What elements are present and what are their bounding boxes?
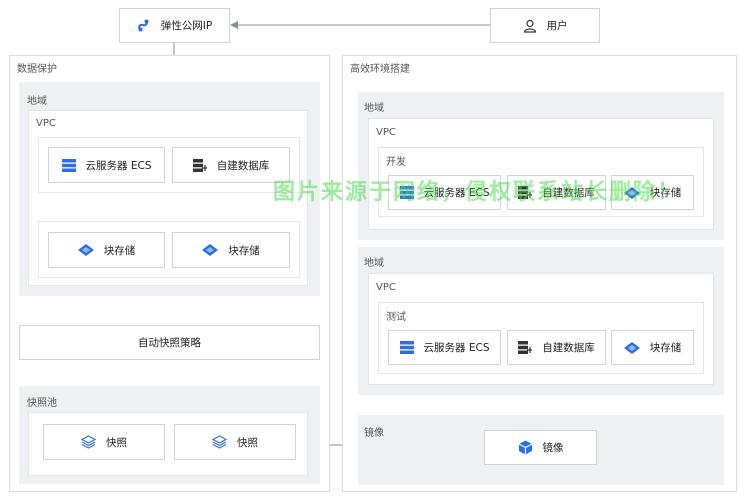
snapshot-label-2: 快照 bbox=[237, 436, 258, 449]
test-storage-label: 块存储 bbox=[649, 342, 682, 354]
user-label: 用户 bbox=[546, 20, 568, 32]
left-storage-label-2: 块存储 bbox=[228, 244, 260, 257]
left-storage-box-1: 块存储 bbox=[48, 232, 165, 268]
eip-box: 弹性公网IP bbox=[119, 8, 230, 43]
snapshot-label-1: 快照 bbox=[106, 436, 127, 449]
dev-db-box: 自建数据库 bbox=[507, 175, 606, 210]
eip-icon bbox=[137, 19, 149, 31]
server-icon bbox=[399, 186, 414, 199]
snapshot-box-1: 快照 bbox=[43, 424, 165, 460]
dev-label: 开发 bbox=[386, 157, 406, 168]
test-storage-box: 块存储 bbox=[611, 330, 694, 365]
left-ecs-box: 云服务器 ECS bbox=[48, 147, 165, 183]
server-icon bbox=[61, 158, 76, 172]
dev-ecs-box: 云服务器 ECS bbox=[388, 175, 501, 210]
image-zone-label: 镜像 bbox=[364, 428, 384, 439]
image-label: 镜像 bbox=[542, 442, 564, 454]
test-ecs-label: 云服务器 ECS bbox=[423, 342, 490, 354]
left-db-box: 自建数据库 bbox=[172, 147, 290, 183]
snapshot-pool-label: 快照池 bbox=[27, 398, 57, 409]
right-region-label-2: 地域 bbox=[364, 258, 384, 269]
user-icon bbox=[523, 19, 536, 33]
test-db-box: 自建数据库 bbox=[507, 330, 606, 365]
snapshot-box-2: 快照 bbox=[174, 424, 296, 460]
test-db-label: 自建数据库 bbox=[542, 342, 595, 354]
database-icon bbox=[518, 341, 533, 354]
layers-icon bbox=[212, 435, 227, 449]
auto-snapshot-policy-label: 自动快照策略 bbox=[138, 337, 201, 349]
test-ecs-box: 云服务器 ECS bbox=[388, 330, 501, 365]
block-storage-icon bbox=[77, 244, 94, 256]
env-setup-title: 高效环境搭建 bbox=[350, 64, 410, 75]
block-storage-icon bbox=[623, 341, 640, 354]
server-icon bbox=[399, 341, 414, 354]
left-storage-label-1: 块存储 bbox=[103, 244, 136, 257]
dev-ecs-label: 云服务器 ECS bbox=[423, 187, 490, 199]
dev-storage-box: 块存储 bbox=[611, 175, 694, 210]
image-box: 镜像 bbox=[484, 430, 597, 465]
left-db-label: 自建数据库 bbox=[216, 159, 270, 172]
auto-snapshot-policy-box: 自动快照策略 bbox=[19, 325, 320, 360]
image-cube-icon bbox=[518, 440, 532, 455]
dev-storage-label: 块存储 bbox=[649, 187, 682, 199]
left-ecs-label: 云服务器 ECS bbox=[85, 159, 152, 172]
database-icon bbox=[192, 158, 207, 172]
data-protection-title: 数据保护 bbox=[17, 64, 57, 75]
left-vpc-label: VPC bbox=[36, 118, 56, 129]
right-vpc-label-2: VPC bbox=[376, 282, 396, 293]
block-storage-icon bbox=[623, 186, 640, 199]
left-region-label: 地域 bbox=[27, 96, 47, 107]
eip-label: 弹性公网IP bbox=[160, 20, 213, 32]
test-label: 测试 bbox=[386, 312, 406, 323]
layers-icon bbox=[81, 435, 96, 449]
left-storage-box-2: 块存储 bbox=[172, 232, 290, 268]
user-box: 用户 bbox=[490, 8, 600, 43]
right-region-label-1: 地域 bbox=[364, 103, 384, 114]
dev-db-label: 自建数据库 bbox=[542, 187, 595, 199]
database-icon bbox=[518, 186, 533, 199]
right-vpc-label-1: VPC bbox=[376, 127, 396, 138]
block-storage-icon bbox=[202, 244, 219, 256]
